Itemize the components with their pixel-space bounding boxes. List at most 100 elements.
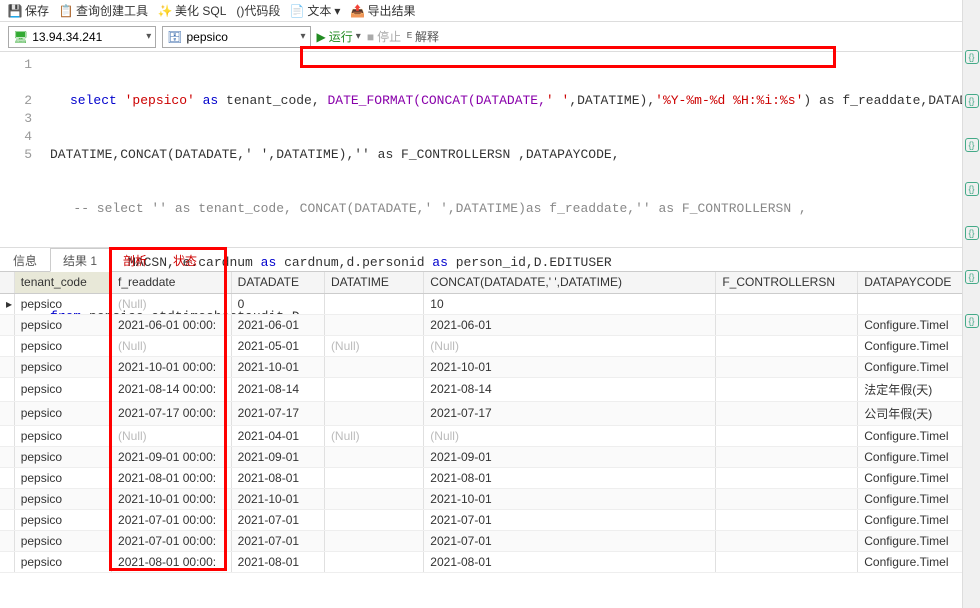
- cell-datadate[interactable]: 2021-10-01: [231, 488, 324, 509]
- cell-ctrl[interactable]: [716, 551, 858, 572]
- cell-datatime[interactable]: [324, 377, 423, 401]
- host-selector[interactable]: 🖥 ▾: [8, 26, 156, 48]
- gutter-marker-icon[interactable]: {}: [965, 94, 979, 108]
- cell-tenant[interactable]: pepsico: [14, 293, 111, 314]
- row-marker[interactable]: [0, 551, 14, 572]
- cell-ctrl[interactable]: [716, 356, 858, 377]
- cell-freaddate[interactable]: (Null): [112, 335, 232, 356]
- cell-freaddate[interactable]: 2021-07-17 00:00:: [112, 401, 232, 425]
- cell-tenant[interactable]: pepsico: [14, 335, 111, 356]
- cell-tenant[interactable]: pepsico: [14, 356, 111, 377]
- cell-concat[interactable]: 10: [424, 293, 716, 314]
- cell-concat[interactable]: 2021-07-17: [424, 401, 716, 425]
- cell-tenant[interactable]: pepsico: [14, 446, 111, 467]
- table-row[interactable]: pepsico2021-08-01 00:00:2021-08-012021-0…: [0, 467, 980, 488]
- host-input[interactable]: [32, 30, 142, 44]
- cell-freaddate[interactable]: 2021-06-01 00:00:: [112, 314, 232, 335]
- cell-concat[interactable]: 2021-09-01: [424, 446, 716, 467]
- run-button[interactable]: ▶ 运行 ▾: [317, 28, 361, 45]
- cell-concat[interactable]: 2021-10-01: [424, 356, 716, 377]
- cell-datadate[interactable]: 2021-08-01: [231, 467, 324, 488]
- cell-ctrl[interactable]: [716, 446, 858, 467]
- cell-tenant[interactable]: pepsico: [14, 425, 111, 446]
- cell-datatime[interactable]: [324, 509, 423, 530]
- cell-datatime[interactable]: [324, 488, 423, 509]
- row-marker[interactable]: [0, 446, 14, 467]
- cell-datatime[interactable]: [324, 314, 423, 335]
- row-marker[interactable]: [0, 467, 14, 488]
- code-segment-button[interactable]: ()代码段: [236, 2, 280, 19]
- cell-tenant[interactable]: pepsico: [14, 509, 111, 530]
- table-row[interactable]: pepsico2021-09-01 00:00:2021-09-012021-0…: [0, 446, 980, 467]
- cell-datadate[interactable]: 2021-05-01: [231, 335, 324, 356]
- cell-concat[interactable]: 2021-07-01: [424, 530, 716, 551]
- cell-freaddate[interactable]: 2021-10-01 00:00:: [112, 488, 232, 509]
- cell-datadate[interactable]: 2021-07-17: [231, 401, 324, 425]
- col-concat[interactable]: CONCAT(DATADATE,' ',DATATIME): [424, 272, 716, 293]
- row-marker[interactable]: [0, 488, 14, 509]
- table-row[interactable]: pepsico2021-07-01 00:00:2021-07-012021-0…: [0, 509, 980, 530]
- gutter-marker-icon[interactable]: {}: [965, 50, 979, 64]
- cell-datatime[interactable]: [324, 551, 423, 572]
- table-row[interactable]: pepsico2021-10-01 00:00:2021-10-012021-1…: [0, 356, 980, 377]
- sql-editor[interactable]: 12345 select 'pepsico' as tenant_code, D…: [0, 52, 980, 248]
- cell-ctrl[interactable]: [716, 509, 858, 530]
- cell-ctrl[interactable]: [716, 335, 858, 356]
- col-tenant-code[interactable]: tenant_code: [14, 272, 111, 293]
- cell-tenant[interactable]: pepsico: [14, 488, 111, 509]
- export-button[interactable]: 📤 导出结果: [350, 2, 415, 19]
- cell-datadate[interactable]: 0: [231, 293, 324, 314]
- gutter-marker-icon[interactable]: {}: [965, 226, 979, 240]
- cell-freaddate[interactable]: (Null): [112, 293, 232, 314]
- gutter-marker-icon[interactable]: {}: [965, 270, 979, 284]
- row-marker[interactable]: [0, 509, 14, 530]
- cell-concat[interactable]: 2021-06-01: [424, 314, 716, 335]
- tab-profile[interactable]: 剖析: [110, 248, 160, 271]
- table-row[interactable]: pepsico2021-08-01 00:00:2021-08-012021-0…: [0, 551, 980, 572]
- table-row[interactable]: ▸pepsico(Null)010: [0, 293, 980, 314]
- col-controllersn[interactable]: F_CONTROLLERSN: [716, 272, 858, 293]
- table-row[interactable]: pepsico(Null)2021-04-01(Null)(Null)Confi…: [0, 425, 980, 446]
- table-row[interactable]: pepsico(Null)2021-05-01(Null)(Null)Confi…: [0, 335, 980, 356]
- cell-concat[interactable]: 2021-08-01: [424, 551, 716, 572]
- row-marker[interactable]: [0, 530, 14, 551]
- row-marker[interactable]: [0, 356, 14, 377]
- cell-ctrl[interactable]: [716, 377, 858, 401]
- save-button[interactable]: 💾 保存: [8, 2, 49, 19]
- cell-concat[interactable]: 2021-08-14: [424, 377, 716, 401]
- cell-freaddate[interactable]: 2021-08-14 00:00:: [112, 377, 232, 401]
- cell-concat[interactable]: (Null): [424, 425, 716, 446]
- cell-tenant[interactable]: pepsico: [14, 551, 111, 572]
- table-row[interactable]: pepsico2021-07-01 00:00:2021-07-012021-0…: [0, 530, 980, 551]
- row-marker[interactable]: [0, 335, 14, 356]
- cell-ctrl[interactable]: [716, 425, 858, 446]
- cell-ctrl[interactable]: [716, 401, 858, 425]
- cell-datatime[interactable]: [324, 446, 423, 467]
- cell-datatime[interactable]: [324, 401, 423, 425]
- cell-datatime[interactable]: [324, 293, 423, 314]
- result-grid-wrap[interactable]: tenant_code f_readdate DATADATE DATATIME…: [0, 272, 980, 582]
- cell-ctrl[interactable]: [716, 530, 858, 551]
- cell-tenant[interactable]: pepsico: [14, 401, 111, 425]
- table-row[interactable]: pepsico2021-08-14 00:00:2021-08-142021-0…: [0, 377, 980, 401]
- gutter-marker-icon[interactable]: {}: [965, 314, 979, 328]
- cell-datadate[interactable]: 2021-10-01: [231, 356, 324, 377]
- cell-freaddate[interactable]: 2021-10-01 00:00:: [112, 356, 232, 377]
- col-f-readdate[interactable]: f_readdate: [112, 272, 232, 293]
- explain-button[interactable]: ᴱ 解释: [407, 28, 439, 45]
- cell-tenant[interactable]: pepsico: [14, 377, 111, 401]
- col-datadate[interactable]: DATADATE: [231, 272, 324, 293]
- cell-freaddate[interactable]: (Null): [112, 425, 232, 446]
- cell-ctrl[interactable]: [716, 314, 858, 335]
- row-marker[interactable]: [0, 377, 14, 401]
- table-row[interactable]: pepsico2021-06-01 00:00:2021-06-012021-0…: [0, 314, 980, 335]
- cell-datatime[interactable]: [324, 356, 423, 377]
- cell-datatime[interactable]: [324, 467, 423, 488]
- cell-tenant[interactable]: pepsico: [14, 530, 111, 551]
- table-row[interactable]: pepsico2021-07-17 00:00:2021-07-172021-0…: [0, 401, 980, 425]
- tab-status[interactable]: 状态: [160, 248, 210, 271]
- col-datatime[interactable]: DATATIME: [324, 272, 423, 293]
- beautify-button[interactable]: ✨ 美化 SQL: [158, 2, 226, 19]
- cell-concat[interactable]: (Null): [424, 335, 716, 356]
- cell-datadate[interactable]: 2021-06-01: [231, 314, 324, 335]
